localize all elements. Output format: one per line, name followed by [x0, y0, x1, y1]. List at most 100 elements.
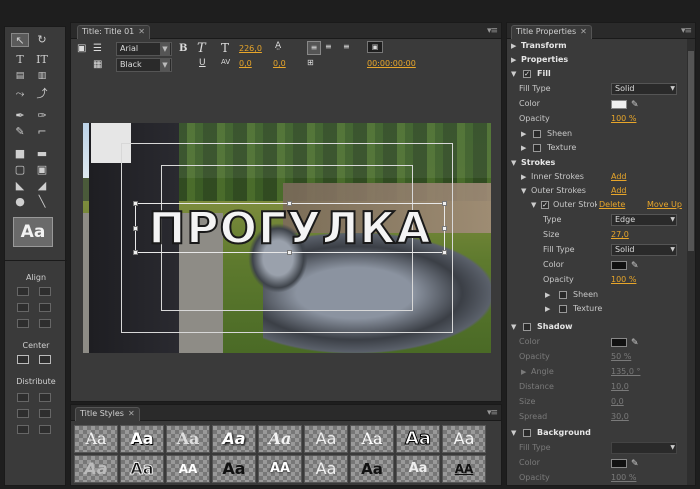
- style-swatch[interactable]: Aa: [350, 425, 394, 453]
- stroke-type-dropdown[interactable]: Edge ▼: [611, 214, 677, 226]
- type-tool-icon[interactable]: T: [11, 53, 29, 67]
- style-swatch[interactable]: Aa: [166, 425, 210, 453]
- bg-opacity-value[interactable]: 100 %: [611, 471, 636, 485]
- add-inner-stroke-link[interactable]: Add: [611, 170, 627, 184]
- underline-icon[interactable]: U: [199, 58, 206, 68]
- section-sheen[interactable]: ▶ Sheen: [507, 127, 695, 141]
- font-size-value[interactable]: 226,0: [239, 44, 262, 53]
- style-swatch[interactable]: Aa: [396, 455, 440, 483]
- bold-icon[interactable]: B: [179, 43, 187, 54]
- section-strokes[interactable]: ▼ Strokes: [507, 156, 695, 170]
- tab-title-properties[interactable]: Title Properties ✕: [511, 25, 592, 39]
- italic-icon[interactable]: T: [197, 41, 206, 56]
- handle-middle-right[interactable]: [442, 226, 447, 231]
- align-right-text-icon[interactable]: ≡: [343, 42, 350, 51]
- panel-menu-icon[interactable]: ▾≡: [681, 26, 692, 36]
- stroke-texture-row[interactable]: ▶ Texture: [507, 302, 695, 316]
- distribute-left-button[interactable]: [17, 393, 29, 402]
- move-up-link[interactable]: Move Up: [647, 198, 682, 212]
- sheen-checkbox[interactable]: [533, 130, 541, 138]
- shadow-angle-value[interactable]: 135,0 °: [611, 365, 640, 379]
- rounded-rectangle-tool-icon[interactable]: ▢: [11, 163, 29, 177]
- style-swatch[interactable]: Aa: [120, 455, 164, 483]
- handle-middle-left[interactable]: [133, 226, 138, 231]
- tab-title-01[interactable]: Title: Title 01 ✕: [77, 25, 150, 39]
- stroke-size-value[interactable]: 27,0: [611, 228, 629, 242]
- align-top-button[interactable]: [39, 287, 51, 296]
- align-left-button[interactable]: [17, 287, 29, 296]
- bg-color-swatch[interactable]: [611, 459, 627, 468]
- style-swatch[interactable]: Aa: [258, 425, 302, 453]
- align-vertical-center-button[interactable]: [39, 303, 51, 312]
- props-scrollbar[interactable]: [687, 39, 695, 485]
- section-texture[interactable]: ▶ Texture: [507, 141, 695, 155]
- fill-checkbox[interactable]: ✓: [523, 70, 531, 78]
- shadow-distance-value[interactable]: 10,0: [611, 380, 629, 394]
- kerning-value[interactable]: 0,0: [239, 59, 252, 68]
- panel-menu-icon[interactable]: ▾≡: [487, 408, 498, 418]
- vertical-type-tool-icon[interactable]: IT: [33, 53, 51, 67]
- stroke-opacity-value[interactable]: 100 %: [611, 273, 636, 287]
- align-left-text-icon[interactable]: ≡: [307, 41, 321, 55]
- scrollbar-thumb[interactable]: [688, 51, 694, 251]
- shadow-color-swatch[interactable]: [611, 338, 627, 347]
- style-swatch[interactable]: Aa: [74, 455, 118, 483]
- add-anchor-tool-icon[interactable]: ✎: [11, 125, 29, 139]
- handle-top-center[interactable]: [287, 201, 292, 206]
- section-shadow[interactable]: ▼ Shadow: [507, 320, 695, 334]
- ellipse-tool-icon[interactable]: ●: [11, 195, 29, 209]
- leading-value[interactable]: 0,0: [273, 59, 286, 68]
- style-swatch[interactable]: Aa: [212, 425, 256, 453]
- fill-color-swatch[interactable]: [611, 100, 627, 109]
- add-outer-stroke-link[interactable]: Add: [611, 184, 627, 198]
- align-center-text-icon[interactable]: ≡: [325, 42, 332, 51]
- wedge-tool-icon[interactable]: ◣: [11, 179, 29, 193]
- style-swatch[interactable]: Aa: [304, 425, 348, 453]
- fill-opacity-value[interactable]: 100 %: [611, 112, 636, 126]
- delete-anchor-tool-icon[interactable]: ✑: [33, 109, 51, 123]
- delete-stroke-link[interactable]: Delete: [597, 198, 626, 212]
- vertical-area-type-tool-icon[interactable]: ▥: [33, 69, 51, 83]
- align-horizontal-center-button[interactable]: [17, 303, 29, 312]
- area-type-tool-icon[interactable]: ▤: [11, 69, 29, 83]
- rotation-tool-icon[interactable]: ↻: [33, 33, 51, 47]
- stroke-sheen-checkbox[interactable]: [559, 291, 567, 299]
- distribute-top-button[interactable]: [39, 393, 51, 402]
- style-swatch[interactable]: AA: [442, 455, 486, 483]
- stroke-texture-checkbox[interactable]: [559, 305, 567, 313]
- handle-bottom-center[interactable]: [287, 250, 292, 255]
- style-swatch[interactable]: Aa: [120, 425, 164, 453]
- roll-crawl-icon[interactable]: ☰: [93, 43, 102, 54]
- distribute-bottom-button[interactable]: [39, 425, 51, 434]
- selection-tool-icon[interactable]: ↖: [11, 33, 29, 47]
- new-title-icon[interactable]: ▣: [77, 43, 86, 54]
- eyedropper-icon[interactable]: ✎: [631, 457, 639, 471]
- close-icon[interactable]: ✕: [138, 27, 145, 36]
- panel-menu-icon[interactable]: ▾≡: [487, 26, 498, 36]
- style-swatch[interactable]: AA: [166, 455, 210, 483]
- close-icon[interactable]: ✕: [128, 409, 135, 418]
- align-right-button[interactable]: [17, 319, 29, 328]
- outer-stroke-checkbox[interactable]: ✓: [541, 201, 549, 209]
- shadow-size-value[interactable]: 0,0: [611, 395, 624, 409]
- distribute-middle-button[interactable]: [39, 409, 51, 418]
- title-canvas[interactable]: ПРОГУЛКА: [83, 123, 491, 353]
- fill-type-dropdown[interactable]: Solid ▼: [611, 83, 677, 95]
- center-vertical-button[interactable]: [39, 355, 51, 364]
- section-background[interactable]: ▼ Background: [507, 426, 695, 440]
- convert-anchor-tool-icon[interactable]: ⌐: [33, 125, 51, 139]
- close-icon[interactable]: ✕: [580, 27, 587, 36]
- bg-fill-type-dropdown[interactable]: ▼: [611, 442, 677, 454]
- texture-checkbox[interactable]: [533, 144, 541, 152]
- style-swatch[interactable]: Aa: [396, 425, 440, 453]
- stroke-sheen-row[interactable]: ▶ Sheen: [507, 288, 695, 302]
- section-transform[interactable]: ▶ Transform: [507, 39, 695, 53]
- pen-tool-icon[interactable]: ✒: [11, 109, 29, 123]
- eyedropper-icon[interactable]: ✎: [631, 259, 639, 273]
- style-swatch[interactable]: Aa: [350, 455, 394, 483]
- handle-bottom-left[interactable]: [133, 250, 138, 255]
- style-swatch[interactable]: Aa: [442, 425, 486, 453]
- align-bottom-button[interactable]: [39, 319, 51, 328]
- text-bounding-box[interactable]: [135, 203, 445, 253]
- background-checkbox[interactable]: [523, 429, 531, 437]
